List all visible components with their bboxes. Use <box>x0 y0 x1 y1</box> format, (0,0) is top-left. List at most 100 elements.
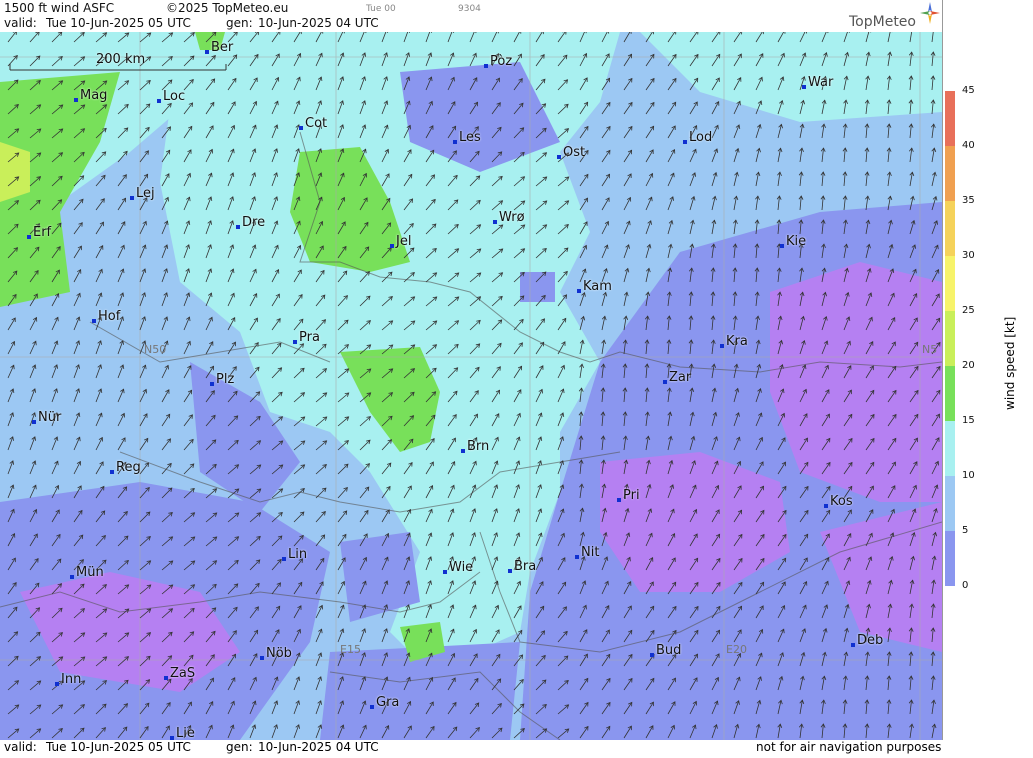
city-label: Kos <box>830 494 853 509</box>
city-label: Inn <box>61 672 81 687</box>
city-marker-icon <box>130 196 134 200</box>
city-marker-icon <box>55 682 59 686</box>
city-marker-icon <box>650 653 654 657</box>
disclaimer: not for air navigation purposes <box>756 740 941 754</box>
city-marker-icon <box>370 705 374 709</box>
city-marker-icon <box>720 344 724 348</box>
city-marker-icon <box>390 244 394 248</box>
city-marker-icon <box>443 570 447 574</box>
city-marker-icon <box>461 449 465 453</box>
valid-time: Tue 10-Jun-2025 05 UTC <box>46 16 191 30</box>
city-marker-icon <box>282 557 286 561</box>
city-label: Lin <box>288 547 307 562</box>
city-label: Bra <box>514 559 536 574</box>
city-label: Deb <box>857 633 883 648</box>
city-label: Hof <box>98 309 120 324</box>
legend-color-step <box>945 256 955 311</box>
city-label: War <box>808 75 833 90</box>
city-marker-icon <box>27 235 31 239</box>
city-label: Kra <box>726 334 748 349</box>
city-label: Erf <box>33 225 51 240</box>
city-marker-icon <box>92 319 96 323</box>
city-marker-icon <box>157 99 161 103</box>
city-label: E20 <box>726 643 747 656</box>
city-marker-icon <box>824 504 828 508</box>
legend-tick-label: 15 <box>962 415 975 426</box>
city-label: Zar <box>669 370 691 385</box>
legend-title: wind speed [kt] <box>1003 317 1017 410</box>
city-label: Lie <box>176 726 195 740</box>
city-marker-icon <box>210 382 214 386</box>
city-label: Nit <box>581 545 599 560</box>
city-marker-icon <box>557 155 561 159</box>
city-marker-icon <box>780 244 784 248</box>
legend-tick-label: 20 <box>962 360 975 371</box>
legend-tick-label: 40 <box>962 140 975 151</box>
gen-time: 10-Jun-2025 04 UTC <box>258 16 379 30</box>
footer-valid-time: Tue 10-Jun-2025 05 UTC <box>46 740 191 754</box>
legend-color-step <box>945 421 955 476</box>
grid-label-lat: N50 <box>144 343 166 356</box>
brand-logo-text: TopMeteo <box>849 14 916 30</box>
city-label: Wrø <box>499 210 525 225</box>
legend-color-step <box>945 91 955 146</box>
gen-label: gen: <box>226 16 253 30</box>
city-label: Lej <box>136 186 155 201</box>
legend-tick-label: 30 <box>962 250 975 261</box>
city-marker-icon <box>453 140 457 144</box>
footer-gen-time: 10-Jun-2025 04 UTC <box>258 740 379 754</box>
legend-color-step <box>945 201 955 256</box>
city-label: Brn <box>467 439 489 454</box>
legend-color-step <box>945 146 955 201</box>
wind-map[interactable]: 200 km N50 N5 E15 BerPòzWarMagLocCotLesO… <box>0 32 942 740</box>
legend-tick-label: 45 <box>962 85 975 96</box>
city-marker-icon <box>508 569 512 573</box>
city-marker-icon <box>74 98 78 102</box>
city-marker-icon <box>293 340 297 344</box>
legend-tick-label: 0 <box>962 580 968 591</box>
legend-tick-label: 10 <box>962 470 975 481</box>
city-label: Kam <box>583 279 612 294</box>
city-label: Les <box>459 130 481 145</box>
city-label: Plz <box>216 372 234 387</box>
footer-valid-label: valid: <box>4 740 37 754</box>
city-marker-icon <box>110 470 114 474</box>
city-marker-icon <box>70 575 74 579</box>
city-label: Mag <box>80 88 107 103</box>
city-marker-icon <box>260 656 264 660</box>
legend-color-step <box>945 366 955 421</box>
grid-label-lat-right: N5 <box>922 343 937 356</box>
city-label: Wie <box>449 560 473 575</box>
city-marker-icon <box>299 126 303 130</box>
city-label: Loc <box>163 89 185 104</box>
city-marker-icon <box>493 220 497 224</box>
city-marker-icon <box>164 676 168 680</box>
map-footer: valid: Tue 10-Jun-2025 05 UTC gen: 10-Ju… <box>0 740 1033 754</box>
city-label: Ost <box>563 145 585 160</box>
city-marker-icon <box>802 85 806 89</box>
legend-panel: wind speed [kt] <box>942 0 1033 754</box>
city-label: Bud <box>656 643 681 658</box>
legend-colorbar <box>943 0 1033 754</box>
city-marker-icon <box>683 140 687 144</box>
city-label: Nöb <box>266 646 292 661</box>
forecast-hour: Tue 00 <box>366 4 396 14</box>
city-marker-icon <box>663 380 667 384</box>
city-label: Pri <box>623 488 640 503</box>
city-label: Reg <box>116 460 141 475</box>
city-marker-icon <box>484 64 488 68</box>
run-code: 9304 <box>458 4 481 14</box>
city-marker-icon <box>32 420 36 424</box>
city-label: Mün <box>76 565 104 580</box>
city-marker-icon <box>577 289 581 293</box>
legend-color-step <box>945 476 955 531</box>
city-label: Jel <box>396 234 411 249</box>
grid-label-lon1: E15 <box>340 643 361 656</box>
city-marker-icon <box>236 225 240 229</box>
city-label: ZaS <box>170 666 195 681</box>
legend-tick-label: 5 <box>962 525 968 536</box>
copyright-text: ©2025 TopMeteo.eu <box>166 1 288 15</box>
product-title: 1500 ft wind ASFC <box>4 1 114 15</box>
city-label: Kie <box>786 234 806 249</box>
legend-color-step <box>945 531 955 586</box>
